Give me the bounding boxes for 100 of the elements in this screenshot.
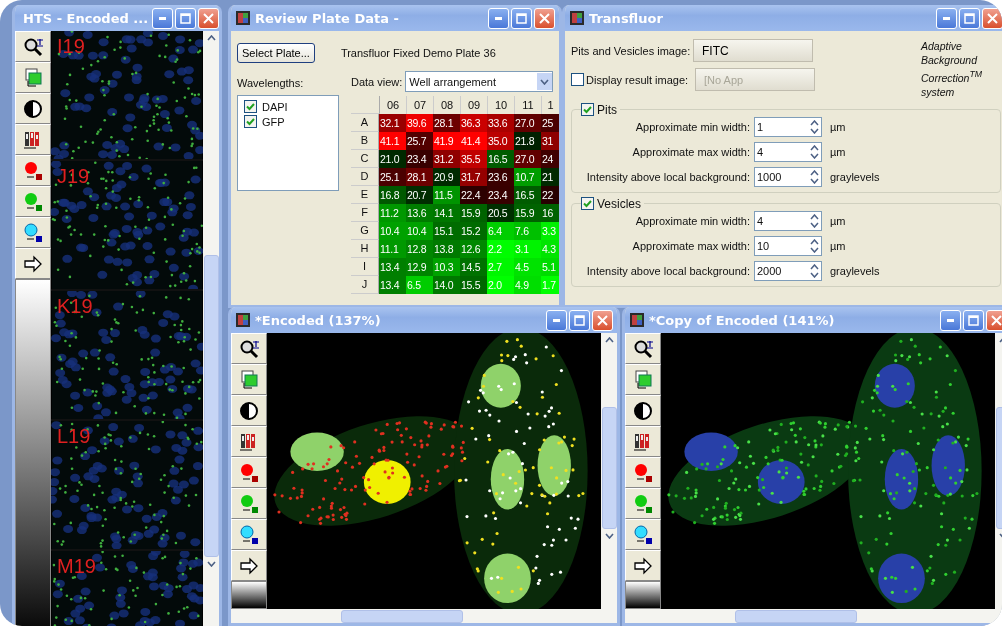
close-button[interactable] — [592, 309, 613, 331]
table-cell: 20.5 — [487, 204, 514, 222]
toolbar-button[interactable] — [625, 550, 661, 581]
maximize-button[interactable] — [175, 7, 197, 29]
checkbox[interactable] — [581, 103, 594, 116]
minimize-button[interactable] — [940, 309, 961, 331]
toolbar-button[interactable] — [231, 333, 267, 364]
gradient-bar — [231, 581, 267, 609]
well-label: L19 — [57, 425, 91, 448]
maximize-button[interactable] — [963, 309, 984, 331]
toolbar-button[interactable] — [231, 550, 267, 581]
table-cell: 11.5 — [433, 186, 460, 204]
toolbar-button[interactable] — [625, 333, 661, 364]
scroll-thumb[interactable] — [735, 609, 857, 623]
close-button[interactable] — [198, 7, 219, 29]
table-cell: 15.9 — [460, 204, 487, 222]
table-cell: 16 — [541, 204, 559, 222]
spin-field[interactable]: 1000 — [754, 166, 822, 187]
scroll-thumb[interactable] — [601, 407, 617, 529]
window-title: *Copy of Encoded (141%) — [649, 312, 836, 328]
table-cell: 2.0 — [487, 276, 514, 294]
scroll-thumb[interactable] — [203, 255, 219, 557]
table-cell: 24 — [541, 150, 559, 168]
toolbar-button[interactable] — [15, 155, 51, 186]
toolbar-button[interactable] — [625, 457, 661, 488]
scroll-bar[interactable] — [203, 31, 219, 626]
table-cell: 31 — [541, 132, 559, 150]
select-plate-button[interactable]: Select Plate... — [237, 43, 315, 63]
close-button[interactable] — [986, 309, 1002, 331]
table-cell: 22 — [541, 186, 559, 204]
table-cell: 25 — [541, 114, 559, 132]
toolbar-button[interactable] — [231, 426, 267, 457]
checkbox[interactable] — [581, 197, 594, 210]
scroll-bar[interactable] — [601, 333, 617, 609]
spin-field[interactable]: 4 — [754, 141, 822, 162]
close-button[interactable] — [534, 7, 555, 29]
minimize-button[interactable] — [936, 7, 957, 29]
toolbar-button[interactable] — [625, 395, 661, 426]
toolbar-button[interactable] — [15, 124, 51, 155]
table-cell: 1.7 — [541, 276, 559, 294]
app-icon — [235, 312, 251, 328]
toolbar-button[interactable] — [625, 519, 661, 550]
minimize-button[interactable] — [546, 309, 567, 331]
toolbar-button[interactable] — [231, 519, 267, 550]
contrast-icon — [239, 400, 259, 421]
toolbar-button[interactable] — [15, 93, 51, 124]
minimize-icon — [553, 318, 560, 322]
toolbar-button[interactable] — [231, 457, 267, 488]
image-button[interactable]: FITC — [693, 39, 813, 62]
minimize-button[interactable] — [488, 7, 509, 29]
maximize-button[interactable] — [511, 7, 532, 29]
table-cell: 15.9 — [514, 204, 541, 222]
field-label: Approximate max width: — [631, 145, 750, 158]
table-cell: 16.5 — [487, 150, 514, 168]
scroll-bar[interactable] — [625, 609, 1002, 623]
table-cell: 36.3 — [460, 114, 487, 132]
table-cell: 20.9 — [433, 168, 460, 186]
layers-icon — [633, 369, 653, 390]
table-cell: 32.1 — [379, 114, 406, 132]
maximize-button[interactable] — [569, 309, 590, 331]
table-cell: 4.5 — [514, 258, 541, 276]
toolbar-button[interactable] — [15, 248, 51, 279]
toolbar-button[interactable] — [15, 217, 51, 248]
minimize-icon — [947, 318, 954, 322]
table-cell: 41.1 — [379, 132, 406, 150]
checkbox[interactable] — [244, 100, 257, 113]
scroll-thumb[interactable] — [341, 609, 463, 623]
spin-field[interactable]: 1 — [754, 116, 822, 137]
data-view-dropdown[interactable]: Well arrangement — [405, 71, 553, 92]
close-button[interactable] — [982, 7, 1002, 29]
table-cell: 2.7 — [487, 258, 514, 276]
maximize-icon — [964, 12, 975, 24]
minimize-button[interactable] — [152, 7, 174, 29]
maximize-icon — [516, 12, 527, 24]
circle-arrow-icon — [239, 462, 259, 483]
table-cell: 16.5 — [514, 186, 541, 204]
well-label: M19 — [57, 555, 96, 578]
right-arrow-icon — [239, 555, 259, 576]
circle-arrow-icon — [23, 191, 43, 212]
spin-field[interactable]: 2000 — [754, 260, 822, 281]
maximize-button[interactable] — [959, 7, 980, 29]
table-cell: 10.4 — [406, 222, 433, 240]
table-cell: 12.6 — [460, 240, 487, 258]
spin-field[interactable]: 10 — [754, 235, 822, 256]
spin-field[interactable]: 4 — [754, 210, 822, 231]
table-cell: 27.0 — [514, 150, 541, 168]
scroll-bar[interactable] — [231, 609, 617, 623]
toolbar-button[interactable] — [15, 31, 51, 62]
checkbox[interactable] — [571, 73, 584, 86]
maximize-icon — [180, 12, 192, 24]
table-cell: 35.0 — [487, 132, 514, 150]
zoom-icon — [23, 36, 43, 57]
table-cell: 23.4 — [406, 150, 433, 168]
toolbar-button[interactable] — [231, 395, 267, 426]
table-cell: 28.1 — [433, 114, 460, 132]
checkbox[interactable] — [244, 115, 257, 128]
table-cell: 11.2 — [379, 204, 406, 222]
toolbar-button[interactable] — [625, 426, 661, 457]
minimize-icon — [159, 16, 167, 20]
close-icon — [991, 314, 1002, 326]
